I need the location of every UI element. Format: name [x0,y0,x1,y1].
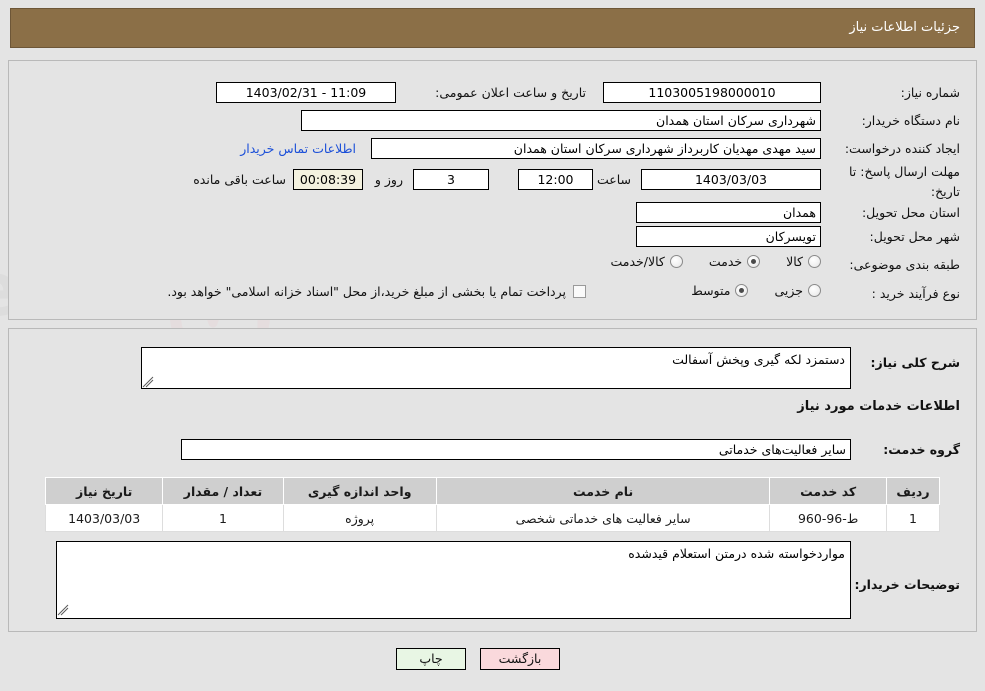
table-cell-quantity: 1 [162,504,284,532]
table-header-row: ردیف کد خدمت نام خدمت واحد اندازه گیری تعداد… [44,477,941,505]
table-cell-service_name: سایر فعالیت های خدماتی شخصی [435,504,771,532]
page-root: AriaTender.ir جزئیات اطلاعات نیاز شماره … [0,0,985,691]
deadline-time-value: 12:00 [518,169,593,190]
table-cell-row: 1 [885,504,941,532]
countdown-timer-value: 00:08:39 [293,169,363,190]
table-column-header-4: تعداد / مقدار [162,477,284,505]
table-cell-service_code: ط-96-960 [769,504,887,532]
delivery-city-label: شهر محل تحویل: [869,229,960,244]
subject-category-option-0[interactable]: کالا [786,254,821,269]
delivery-province-label: استان محل تحویل: [861,205,960,220]
response-deadline-label-date: تاریخ: [930,184,960,199]
general-description-label: شرح کلی نیاز: [870,355,960,370]
request-creator-label: ایجاد کننده درخواست: [844,141,960,156]
table-column-header-3: واحد اندازه گیری [282,477,437,505]
subject-category-option-1[interactable]: خدمت [708,254,761,269]
page-title: جزئیات اطلاعات نیاز [849,20,960,35]
purchase-process-label: نوع فرآیند خرید : [871,286,960,301]
purchase-process-radio-group[interactable]: جزیی متوسط [665,283,821,298]
purchase-process-option-1[interactable]: متوسط [691,283,749,298]
table-cell-need_date: 1403/03/03 [44,504,164,532]
response-deadline-label: مهلت ارسال پاسخ: تا [849,164,960,179]
deadline-hour-label: ساعت [596,172,631,187]
islamic-treasury-checkbox-row[interactable]: پرداخت تمام یا بخشی از مبلغ خرید،از محل … [167,284,586,299]
table-row: 1 ط-96-960 سایر فعالیت های خدماتی شخصی پروژ… [44,504,941,532]
subject-category-label-1: خدمت [708,254,743,269]
purchase-process-radio-1[interactable] [735,284,749,297]
buyer-notes-label: توضیحات خریدار: [854,577,960,592]
general-description-textarea[interactable]: دستمزد لکه گیری وپخش آسفالت [141,347,851,389]
need-details-panel: شرح کلی نیاز: دستمزد لکه گیری وپخش آسفال… [8,328,977,632]
subject-category-label-2: کالا/خدمت [610,254,665,269]
buyer-organization-value: شهرداری سرکان استان همدان [301,110,821,131]
table-cell-unit: پروژه [282,504,437,532]
subject-category-option-2[interactable]: کالا/خدمت [610,254,683,269]
delivery-city-value: تویسرکان [636,226,821,247]
announcement-datetime-value: 11:09 - 1403/02/31 [216,82,396,103]
table-column-header-0: ردیف [885,477,941,505]
table-body: 1 ط-96-960 سایر فعالیت های خدماتی شخصی پروژ… [44,504,941,532]
subject-category-radio-group[interactable]: کالا خدمت کالا/خدمت [584,254,821,269]
purchase-process-radio-0[interactable] [808,284,821,297]
page-header-bar: جزئیات اطلاعات نیاز [10,8,975,48]
table-column-header-2: نام خدمت [435,477,771,505]
table-column-header-1: کد خدمت [769,477,887,505]
buyer-notes-textarea[interactable]: مواردخواسته شده درمتن استعلام قیدشده [56,541,851,619]
need-number-label: شماره نیاز: [900,85,960,100]
purchase-process-option-0[interactable]: جزیی [774,283,821,298]
service-group-value: سایر فعالیت‌های خدماتی [181,439,851,460]
days-word-label: روز و [374,172,403,187]
days-remaining-value: 3 [413,169,489,190]
subject-category-radio-2[interactable] [669,255,683,268]
purchase-process-label-0: جزیی [774,283,803,298]
subject-category-radio-0[interactable] [808,255,821,268]
buyer-contact-info-link[interactable]: اطلاعات تماس خریدار [240,141,356,156]
subject-category-radio-1[interactable] [747,255,761,268]
request-creator-value: سید مهدی مهدیان کاربرداز شهرداری سرکان ا… [371,138,821,159]
service-group-label: گروه خدمت: [883,442,960,457]
subject-category-label-0: کالا [786,254,803,269]
deadline-date-value: 1403/03/03 [641,169,821,190]
subject-category-label: طبقه بندی موضوعی: [849,257,960,272]
table-column-header-5: تاریخ نیاز [44,477,164,505]
delivery-province-value: همدان [636,202,821,223]
need-summary-panel: شماره نیاز: 1103005198000010 تاریخ و ساع… [8,60,977,320]
back-button[interactable]: بازگشت [480,648,560,670]
need-number-value: 1103005198000010 [603,82,821,103]
purchase-process-label-1: متوسط [691,283,731,298]
remaining-hours-label: ساعت باقی مانده [193,172,286,187]
announcement-datetime-label: تاریخ و ساعت اعلان عمومی: [435,85,586,100]
services-table: ردیف کد خدمت نام خدمت واحد اندازه گیری تعداد… [44,477,941,532]
print-button[interactable]: چاپ [396,648,466,670]
services-section-heading: اطلاعات خدمات مورد نیاز [797,399,960,414]
buyer-organization-label: نام دستگاه خریدار: [861,113,960,128]
islamic-treasury-checkbox[interactable] [573,285,586,298]
islamic-treasury-text: پرداخت تمام یا بخشی از مبلغ خرید،از محل … [167,284,566,299]
